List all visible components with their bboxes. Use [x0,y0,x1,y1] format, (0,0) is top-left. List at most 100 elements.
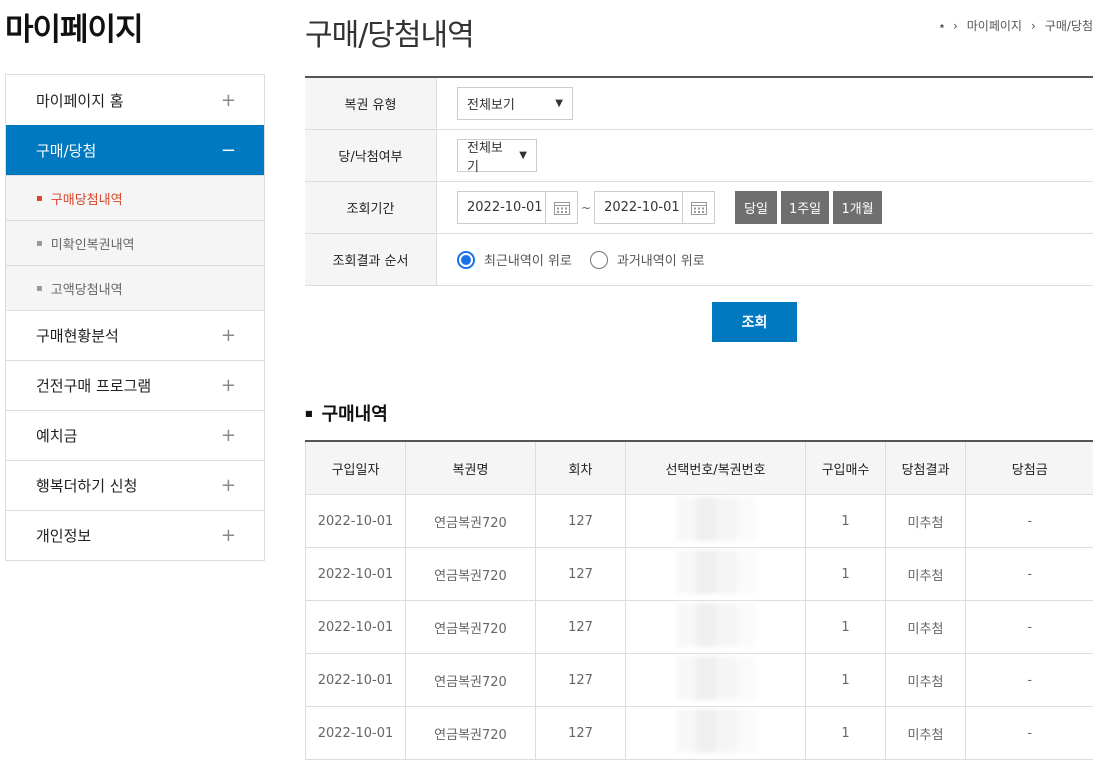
form-label: 복권 유형 [305,78,437,129]
result-cell: 미추첨 [886,601,966,654]
number-cell[interactable] [626,654,806,707]
prize-cell: - [966,495,1093,548]
prize-cell: - [966,601,1093,654]
plus-icon: + [221,90,236,111]
sidebar-subitem-unconfirmed[interactable]: ▪ 미확인복권내역 [6,220,264,265]
lottery-name-cell: 연금복권720 [406,495,536,548]
sidebar-item-label: 건전구매 프로그램 [36,375,151,396]
round-cell: 127 [536,707,626,760]
sidebar-item-label: 구매/당첨 [36,140,96,161]
purchase-date-cell: 2022-10-01 [306,548,406,601]
sidebar-item-healthy-program[interactable]: 건전구매 프로그램 + [6,360,264,410]
calendar-icon[interactable] [545,192,577,223]
prize-cell: - [966,707,1093,760]
home-icon[interactable] [940,20,944,32]
result-cell: 미추첨 [886,548,966,601]
sidebar-item-label: 예치금 [36,425,77,446]
column-header: 구입매수 [806,441,886,495]
bullet-icon: ▪ [36,283,43,294]
lottery-name-cell: 연금복권720 [406,654,536,707]
radio-unchecked-icon [590,251,608,269]
plus-icon: + [221,475,236,496]
breadcrumb: › 마이페이지 › 구매/당첨 [940,17,1093,34]
sidebar-item-deposit[interactable]: 예치금 + [6,410,264,460]
bullet-icon: ■ [305,409,313,418]
end-date-picker [594,191,715,224]
page-title: 구매/당첨내역 [305,10,474,54]
calendar-icon[interactable] [682,192,714,223]
order-recent-radio[interactable]: 최근내역이 위로 [457,250,572,269]
order-past-radio[interactable]: 과거내역이 위로 [590,250,705,269]
caret-down-icon: ▼ [555,98,563,109]
lottery-name-cell: 연금복권720 [406,707,536,760]
blurred-number [676,497,756,541]
minus-icon: − [221,140,236,161]
plus-icon: + [221,325,236,346]
table-row: 2022-10-01 연금복권720 127 1 미추첨 - [306,548,1093,601]
number-cell[interactable] [626,548,806,601]
blurred-number [676,550,756,594]
one-week-button[interactable]: 1주일 [781,191,829,224]
form-row-period: 조회기간 ~ 당일 1주일 1개월 [305,182,1093,234]
end-date-input[interactable] [595,192,682,223]
round-cell: 127 [536,654,626,707]
radio-label: 과거내역이 위로 [617,250,705,269]
round-cell: 127 [536,548,626,601]
one-month-button[interactable]: 1개월 [833,191,882,224]
sidebar-subitem-purchase-history[interactable]: ▪ 구매당첨내역 [6,175,264,220]
select-value: 전체보기 [467,94,515,113]
column-header: 복권명 [406,441,536,495]
sidebar-subitem-label: 구매당첨내역 [51,189,123,208]
number-cell[interactable] [626,707,806,760]
radio-label: 최근내역이 위로 [484,250,572,269]
quantity-cell: 1 [806,707,886,760]
sidebar-item-label: 행복더하기 신청 [36,475,137,496]
quantity-cell: 1 [806,495,886,548]
today-button[interactable]: 당일 [735,191,777,224]
sidebar-menu: 마이페이지 홈 + 구매/당첨 − ▪ 구매당첨내역 ▪ 미확인복권내역 ▪ 고… [5,74,265,561]
caret-down-icon: ▼ [519,150,527,161]
breadcrumb-item-current[interactable]: 구매/당첨 [1045,17,1093,34]
lottery-name-cell: 연금복권720 [406,601,536,654]
bullet-icon: ▪ [36,238,43,249]
win-status-select[interactable]: 전체보기 ▼ [457,139,537,172]
lottery-type-select[interactable]: 전체보기 ▼ [457,87,573,120]
purchase-history-table: 구입일자 복권명 회차 선택번호/복권번호 구입매수 당첨결과 당첨금 2022… [305,440,1093,760]
purchase-date-cell: 2022-10-01 [306,654,406,707]
form-label: 조회결과 순서 [305,234,437,285]
bullet-icon: ▪ [36,193,43,204]
search-button[interactable]: 조회 [712,302,797,342]
table-row: 2022-10-01 연금복권720 127 1 미추첨 - [306,495,1093,548]
sidebar-item-happiness[interactable]: 행복더하기 신청 + [6,460,264,510]
sidebar-item-label: 개인정보 [36,525,91,546]
sidebar-item-analysis[interactable]: 구매현황분석 + [6,310,264,360]
number-cell[interactable] [626,601,806,654]
breadcrumb-item-mypage[interactable]: 마이페이지 [967,17,1022,34]
start-date-input[interactable] [458,192,545,223]
table-row: 2022-10-01 연금복권720 127 1 미추첨 - [306,707,1093,760]
purchase-date-cell: 2022-10-01 [306,707,406,760]
sidebar-item-mypage-home[interactable]: 마이페이지 홈 + [6,75,264,125]
form-row-win: 당/낙첨여부 전체보기 ▼ [305,130,1093,182]
table-row: 2022-10-01 연금복권720 127 1 미추첨 - [306,601,1093,654]
plus-icon: + [221,425,236,446]
select-value: 전체보기 [467,137,511,175]
blurred-number [676,709,756,753]
prize-cell: - [966,654,1093,707]
sidebar-subitem-high-prize[interactable]: ▪ 고액당첨내역 [6,265,264,310]
sidebar-item-purchase-win[interactable]: 구매/당첨 − [6,125,264,175]
plus-icon: + [221,525,236,546]
form-label: 조회기간 [305,182,437,233]
number-cell[interactable] [626,495,806,548]
round-cell: 127 [536,601,626,654]
column-header: 구입일자 [306,441,406,495]
chevron-right-icon: › [953,19,958,33]
purchase-date-cell: 2022-10-01 [306,601,406,654]
prize-cell: - [966,548,1093,601]
chevron-right-icon: › [1031,19,1036,33]
sidebar-subitem-label: 고액당첨내역 [51,279,123,298]
column-header: 당첨결과 [886,441,966,495]
sidebar-item-personal-info[interactable]: 개인정보 + [6,510,264,560]
blurred-number [676,603,756,647]
column-header: 선택번호/복권번호 [626,441,806,495]
